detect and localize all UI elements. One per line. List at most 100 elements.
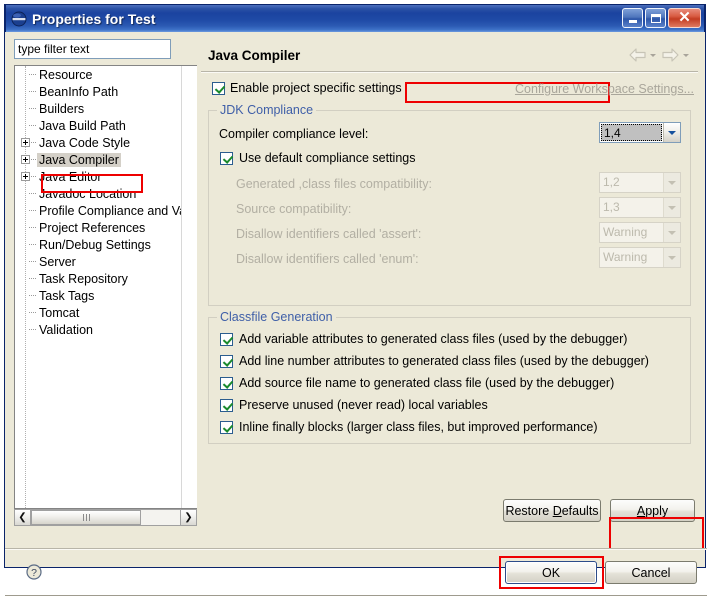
sidebar-item-javadoc-location[interactable]: Javadoc Location [15, 185, 197, 202]
use-default-compliance-settings-checkbox[interactable]: Use default compliance settings [220, 151, 415, 165]
tree-dash [29, 244, 36, 246]
scrollbar-track[interactable] [31, 509, 180, 526]
minimize-icon [628, 20, 637, 23]
scroll-left-button[interactable]: ❮ [14, 509, 31, 526]
restore-defaults-label: Restore Defaults [505, 503, 599, 518]
sidebar-item-java-editor[interactable]: Java Editor [15, 168, 197, 185]
tree-vertical-scrollbar[interactable] [181, 66, 197, 508]
sidebar-item-task-repository[interactable]: Task Repository [15, 270, 197, 287]
sidebar-item-label: Resource [39, 67, 93, 82]
tree-dash [29, 176, 36, 178]
add-source-file-name-checkbox[interactable]: Add source file name to generated class … [220, 376, 614, 390]
checkbox-label: Preserve unused (never read) local varia… [239, 398, 488, 412]
tree-dash [29, 329, 36, 331]
settings-navigation-pane: Resource BeanInfo Path Builders Java Bui… [14, 39, 197, 526]
sidebar-item-run-debug-settings[interactable]: Run/Debug Settings [15, 236, 197, 253]
checkbox-label: Enable project specific settings [230, 81, 402, 95]
add-variable-attributes-checkbox[interactable]: Add variable attributes to generated cla… [220, 332, 627, 346]
compiler-compliance-level-label: Compiler compliance level: [219, 127, 369, 141]
tree-dash [29, 278, 36, 280]
tree-dash [29, 261, 36, 263]
jdk-compliance-group: JDK Compliance Compiler compliance level… [208, 103, 691, 306]
sidebar-item-label: Task Repository [39, 271, 128, 286]
add-line-number-attributes-checkbox[interactable]: Add line number attributes to generated … [220, 354, 649, 368]
settings-tree[interactable]: Resource BeanInfo Path Builders Java Bui… [14, 65, 197, 509]
help-question-icon[interactable]: ? [26, 564, 42, 580]
filter-input[interactable] [14, 39, 171, 59]
back-history-dropdown-icon[interactable] [650, 53, 656, 57]
source-compatibility-combo: 1,3 [599, 197, 681, 218]
sidebar-item-resource[interactable]: Resource [15, 66, 197, 83]
chevron-down-icon [663, 198, 680, 217]
configure-workspace-settings-link[interactable]: Configure Workspace Settings... [515, 82, 694, 96]
disallow-assert-combo: Warning [599, 222, 681, 243]
compiler-compliance-level-combo[interactable]: 1,4 [599, 122, 681, 143]
sidebar-item-validation[interactable]: Validation [15, 321, 197, 338]
checkbox-checked-icon [212, 81, 225, 95]
tree-dash [29, 295, 36, 297]
classfile-generation-title: Classfile Generation [217, 310, 336, 324]
combo-value: 1,2 [603, 175, 620, 189]
disallow-assert-label: Disallow identifiers called 'assert': [236, 227, 422, 241]
tree-dash [29, 125, 36, 127]
maximize-button[interactable] [645, 8, 666, 28]
arrow-right-icon[interactable] [662, 48, 679, 62]
enable-project-specific-settings-checkbox[interactable]: Enable project specific settings [212, 81, 402, 95]
sidebar-item-label: Project References [39, 220, 146, 235]
sidebar-item-project-references[interactable]: Project References [15, 219, 197, 236]
sidebar-item-label: Validation [39, 322, 93, 337]
sidebar-item-label: Builders [39, 101, 85, 116]
sidebar-item-label: Java Code Style [39, 135, 131, 150]
sidebar-item-label: BeanInfo Path [39, 84, 119, 99]
sidebar-item-task-tags[interactable]: Task Tags [15, 287, 197, 304]
cancel-button[interactable]: Cancel [605, 561, 697, 584]
tree-dash [29, 108, 36, 110]
sidebar-item-label: Tomcat [39, 305, 80, 320]
window-controls: ✕ [622, 8, 701, 28]
checkbox-label: Use default compliance settings [239, 151, 416, 165]
combo-value: Warning [603, 225, 648, 239]
sidebar-item-java-code-style[interactable]: Java Code Style [15, 134, 197, 151]
disallow-enum-label: Disallow identifiers called 'enum': [236, 252, 419, 266]
chevron-down-icon[interactable] [663, 123, 680, 142]
sidebar-item-java-build-path[interactable]: Java Build Path [15, 117, 197, 134]
forward-history-dropdown-icon[interactable] [683, 53, 689, 57]
tree-dash [29, 227, 36, 229]
title-bar[interactable]: Properties for Test ✕ [5, 4, 705, 32]
sidebar-item-java-compiler[interactable]: Java Compiler [15, 151, 197, 168]
generated-class-files-compatibility-label: Generated ,class files compatibility: [236, 177, 432, 191]
tree-dash [29, 74, 36, 76]
properties-dialog: Properties for Test ✕ Resource [4, 4, 707, 596]
disallow-enum-combo: Warning [599, 247, 681, 268]
ok-button[interactable]: OK [505, 561, 597, 584]
tree-dash [29, 159, 36, 161]
scrollbar-thumb[interactable] [31, 510, 141, 525]
sidebar-item-label: Server [39, 254, 76, 269]
sidebar-item-beaninfo-path[interactable]: BeanInfo Path [15, 83, 197, 100]
maximize-icon [650, 13, 661, 23]
sidebar-item-builders[interactable]: Builders [15, 100, 197, 117]
preserve-unused-locals-checkbox[interactable]: Preserve unused (never read) local varia… [220, 398, 488, 412]
minimize-button[interactable] [622, 8, 643, 28]
restore-defaults-button[interactable]: Restore Defaults [503, 499, 601, 522]
tree-dash [29, 142, 36, 144]
scrollbar-grip-icon [82, 514, 90, 521]
sidebar-item-label: Java Build Path [39, 118, 126, 133]
svg-text:?: ? [31, 567, 37, 579]
inline-finally-blocks-checkbox[interactable]: Inline finally blocks (larger class file… [220, 420, 597, 434]
close-button[interactable]: ✕ [668, 8, 701, 28]
scroll-right-button[interactable]: ❯ [180, 509, 197, 526]
tree-horizontal-scrollbar[interactable]: ❮ ❯ [14, 509, 197, 526]
page-navigation [629, 48, 692, 62]
sidebar-item-profile-compliance[interactable]: Profile Compliance and Va [15, 202, 197, 219]
settings-page: Java Compiler Enable project specific se… [201, 39, 698, 526]
apply-button[interactable]: Apply [610, 499, 695, 522]
sidebar-item-tomcat[interactable]: Tomcat [15, 304, 197, 321]
apply-label: Apply [636, 503, 669, 518]
tree-dash [29, 91, 36, 93]
arrow-left-icon[interactable] [629, 48, 646, 62]
eclipse-sphere-icon [11, 11, 27, 26]
checkbox-checked-icon [220, 354, 233, 368]
page-title: Java Compiler [208, 48, 301, 63]
sidebar-item-server[interactable]: Server [15, 253, 197, 270]
